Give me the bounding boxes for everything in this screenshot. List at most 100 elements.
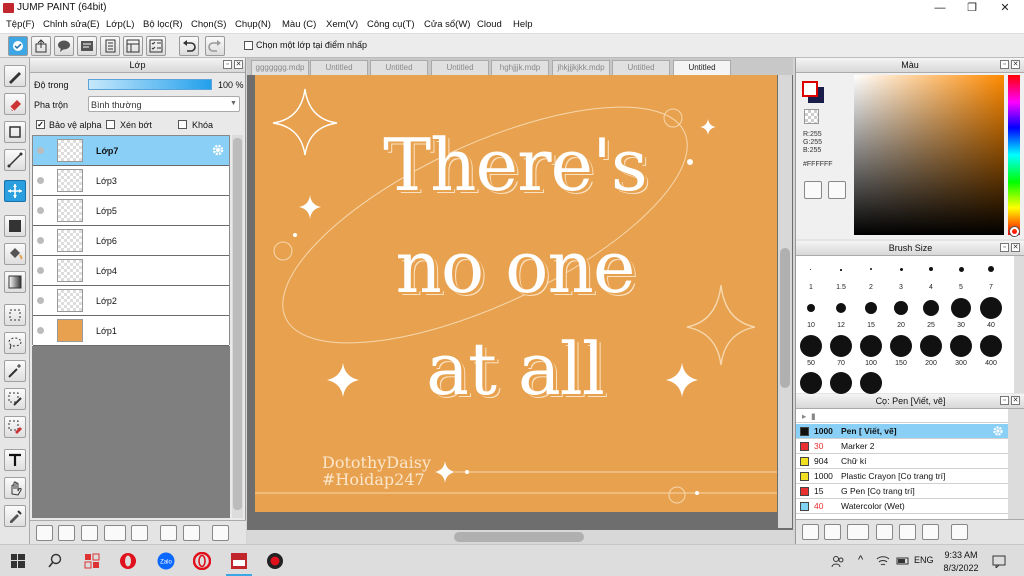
- brush-size-dot[interactable]: [807, 304, 815, 312]
- lasso-icon[interactable]: [4, 332, 26, 354]
- protect-alpha-checkbox[interactable]: ✓: [36, 120, 45, 129]
- brush-size-dot[interactable]: [900, 268, 903, 271]
- menu-select[interactable]: Chọn(S): [191, 19, 226, 30]
- brush-size-dot[interactable]: [894, 301, 908, 315]
- visibility-icon[interactable]: [37, 237, 44, 244]
- document-tab[interactable]: Untitled: [310, 60, 368, 75]
- document-tab-active[interactable]: Untitled: [673, 60, 731, 75]
- undock-icon[interactable]: ▫: [1000, 396, 1009, 405]
- brush-list-item[interactable]: 15 G Pen [Cọ trang trí]: [796, 484, 1008, 499]
- brush-size-dot[interactable]: [920, 335, 942, 357]
- brush-menu-icon[interactable]: [847, 524, 869, 540]
- palette-settings-icon[interactable]: [828, 181, 846, 199]
- menu-file[interactable]: Tệp(F): [6, 19, 35, 30]
- document-tab[interactable]: Untitled: [370, 60, 428, 75]
- new-1bit-layer-icon[interactable]: [81, 525, 98, 541]
- visibility-icon[interactable]: [37, 327, 44, 334]
- canvas-horizontal-scroll-thumb[interactable]: [454, 532, 584, 542]
- hue-slider[interactable]: [1008, 75, 1020, 235]
- menu-edit[interactable]: Chỉnh sửa(E): [43, 19, 100, 30]
- canvas-vertical-scroll-thumb[interactable]: [780, 248, 790, 388]
- visibility-icon[interactable]: [37, 267, 44, 274]
- brush-size-dot[interactable]: [950, 335, 972, 357]
- duplicate-layer-icon[interactable]: [160, 525, 177, 541]
- bucket-icon[interactable]: [4, 243, 26, 265]
- brush-size-dot[interactable]: [980, 297, 1002, 319]
- layer-row[interactable]: Lớp5: [33, 196, 229, 226]
- gear-icon[interactable]: [211, 143, 225, 157]
- hand-icon[interactable]: [4, 477, 26, 499]
- export-icon[interactable]: [31, 36, 51, 56]
- layer-row[interactable]: Lớp3: [33, 166, 229, 196]
- eraser-icon[interactable]: [4, 93, 26, 115]
- app-grid-icon[interactable]: [83, 552, 101, 570]
- new-8bit-layer-icon[interactable]: [58, 525, 75, 541]
- add-layer-menu-icon[interactable]: [104, 525, 126, 541]
- notification-icon[interactable]: [992, 554, 1006, 568]
- brush-size-dot[interactable]: [923, 300, 939, 316]
- artboard[interactable]: There's no one at all DotothyDaisy #Hoid…: [255, 75, 777, 512]
- brush-icon[interactable]: [4, 65, 26, 87]
- windows-start-icon[interactable]: [9, 552, 27, 570]
- menu-view[interactable]: Xem(V): [326, 19, 358, 30]
- panel-close-icon[interactable]: ✕: [1011, 396, 1020, 405]
- select-eraser-icon[interactable]: [4, 416, 26, 438]
- brush-copy-icon[interactable]: [824, 524, 841, 540]
- undock-icon[interactable]: ▫: [1000, 243, 1009, 252]
- brush-size-dot[interactable]: [830, 335, 852, 357]
- restore-button[interactable]: ❐: [956, 0, 988, 17]
- zalo-icon[interactable]: Zalo: [157, 552, 175, 570]
- menu-layer[interactable]: Lớp(L): [106, 19, 134, 30]
- redo-icon[interactable]: [205, 36, 225, 56]
- document-tab[interactable]: Untitled: [431, 60, 489, 75]
- visibility-icon[interactable]: [37, 147, 44, 154]
- document-tab[interactable]: Untitled: [612, 60, 670, 75]
- brush-size-dot[interactable]: [860, 372, 882, 394]
- rect-select-icon[interactable]: [4, 304, 26, 326]
- brush-size-dot[interactable]: [800, 335, 822, 357]
- brush-list-item[interactable]: 1000 Plastic Crayon [Cọ trang trí]: [796, 469, 1008, 484]
- brush-size-dot[interactable]: [988, 266, 994, 272]
- foreground-color-swatch[interactable]: [802, 81, 818, 97]
- gradient-icon[interactable]: [4, 271, 26, 293]
- magic-wand-icon[interactable]: [4, 360, 26, 382]
- visibility-icon[interactable]: [37, 177, 44, 184]
- close-button[interactable]: ✕: [989, 0, 1021, 17]
- brush-size-dot[interactable]: [860, 335, 882, 357]
- brush-size-dot[interactable]: [870, 268, 872, 270]
- merge-layer-icon[interactable]: [183, 525, 200, 541]
- move-icon[interactable]: [4, 180, 26, 202]
- document-tab[interactable]: ggggggg.mdp: [251, 60, 309, 75]
- brush-size-dot[interactable]: [830, 372, 852, 394]
- line-icon[interactable]: [4, 149, 26, 171]
- brush-size-dot[interactable]: [980, 335, 1002, 357]
- menu-capture[interactable]: Chụp(N): [235, 19, 271, 30]
- transparent-color-swatch[interactable]: [804, 109, 819, 124]
- brush-size-dot[interactable]: [865, 302, 877, 314]
- opera-gx-icon[interactable]: [193, 552, 211, 570]
- brush-size-dot[interactable]: [951, 298, 971, 318]
- brush-list-item[interactable]: 30 Marker 2: [796, 439, 1008, 454]
- clock-time[interactable]: 9:33 AM: [941, 550, 981, 560]
- speech-bubble-icon[interactable]: [54, 36, 74, 56]
- brush-list-scrollbar[interactable]: [1008, 409, 1024, 519]
- document-tab[interactable]: jhkjjjkjkk.mdp: [552, 60, 610, 75]
- layer-row[interactable]: Lớp2: [33, 286, 229, 316]
- visibility-icon[interactable]: [37, 207, 44, 214]
- clipping-checkbox[interactable]: [106, 120, 115, 129]
- eyedropper-icon[interactable]: [4, 505, 26, 527]
- hue-knob[interactable]: [1010, 227, 1019, 236]
- brush-list-item[interactable]: 904 Chữ kí: [796, 454, 1008, 469]
- brush-import-icon[interactable]: [876, 524, 893, 540]
- layer-scroll-thumb[interactable]: [233, 138, 242, 510]
- menu-filter[interactable]: Bộ lọc(R): [143, 19, 183, 30]
- record-icon[interactable]: [266, 552, 284, 570]
- brush-size-dot[interactable]: [890, 335, 912, 357]
- brush-size-scrollbar[interactable]: [1014, 256, 1024, 393]
- document-tab[interactable]: hghjjjk.mdp: [491, 60, 549, 75]
- brush-size-dot[interactable]: [810, 269, 811, 270]
- checklist-icon[interactable]: [146, 36, 166, 56]
- select-layer-on-click-checkbox[interactable]: [244, 41, 253, 50]
- visibility-icon[interactable]: [37, 297, 44, 304]
- people-icon[interactable]: [831, 554, 845, 568]
